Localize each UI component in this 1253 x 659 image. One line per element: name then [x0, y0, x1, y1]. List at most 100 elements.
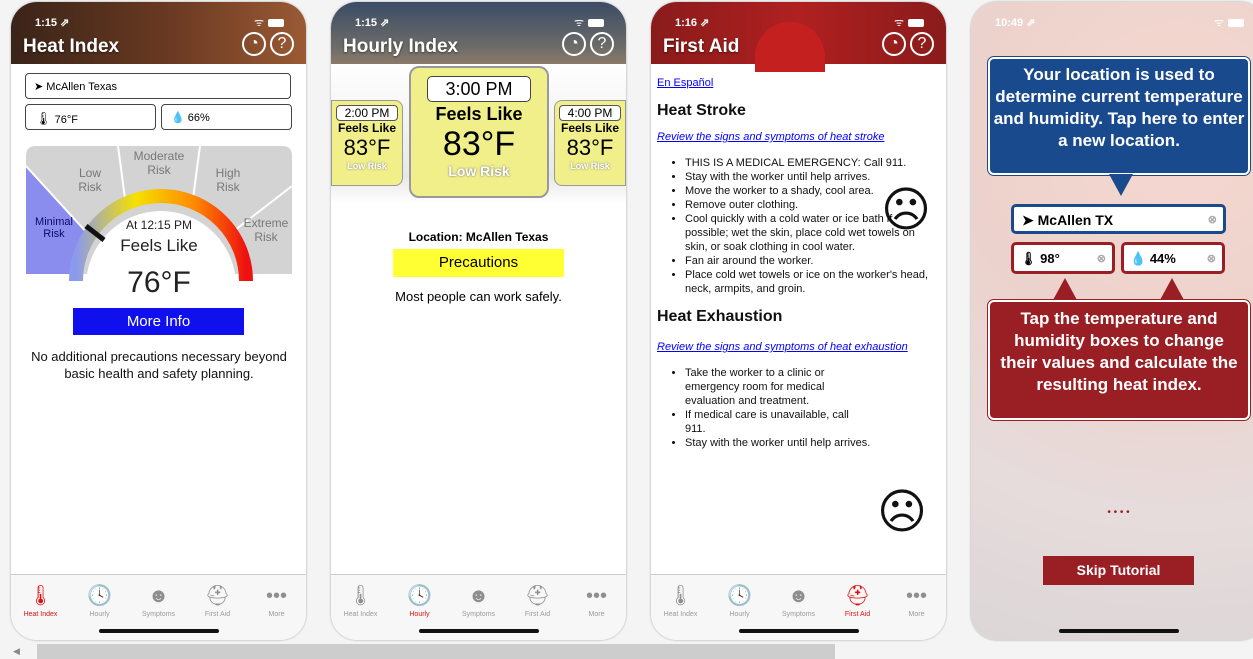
more-dots-icon: ••• [265, 585, 287, 607]
status-icons: ᯤ [254, 15, 284, 30]
help-icon[interactable]: ? [590, 32, 614, 56]
hour-time: 2:00 PM [336, 105, 398, 121]
location-label: Location: McAllen Texas [408, 230, 549, 244]
humidity-field[interactable]: 💧 66% [161, 104, 292, 130]
tab-label: More [588, 611, 605, 618]
tab-label: First Aid [844, 611, 871, 618]
temperature-field[interactable]: 🌡 76°F [25, 104, 156, 130]
header: 1:16 ⇗ ᯤ First Aid ◔? [651, 2, 946, 72]
notification-icon[interactable]: ◔ [242, 32, 266, 56]
thermometer-icon: 🌡 [347, 585, 374, 607]
tab-label: Hourly [409, 611, 430, 618]
precautions-button[interactable]: Precautions [393, 249, 564, 277]
tab-label: Hourly [729, 611, 750, 618]
hour-card-left[interactable]: 2:00 PM Feels Like 83°F Low Risk [331, 100, 403, 186]
status-icons: ᯤ [894, 15, 924, 30]
at-time-label: At 12:15 PM [125, 218, 193, 232]
screen-first-aid: 1:16 ⇗ ᯤ First Aid ◔? En Español Heat St… [651, 2, 946, 640]
risk-label-high: High Risk [215, 166, 241, 194]
tab-label: Heat Index [23, 611, 58, 618]
tab-label: Symptoms [461, 611, 496, 618]
tab-more[interactable]: ••• More [247, 581, 306, 618]
callout-arrow-up-right [1160, 278, 1184, 300]
tab-first-aid[interactable]: ⛑ First Aid [828, 581, 887, 618]
header: 1:15 ⇗ ᯤ Hourly Index ◔? [331, 2, 626, 64]
tab-more[interactable]: ••• More [887, 581, 946, 618]
home-indicator [1058, 629, 1179, 633]
more-info-button[interactable]: More Info [73, 308, 244, 335]
tab-heat-index[interactable]: 🌡 Heat Index [651, 581, 710, 618]
status-time: 1:15 ⇗ [35, 17, 70, 29]
thermometer-icon: 🌡 [35, 111, 52, 126]
clear-icon[interactable]: ⊗ [1097, 252, 1106, 265]
screen-heat-index: 1:15 ⇗ ᯤ Heat Index ◔? ➤ McAllen Texas 🌡… [11, 2, 306, 640]
precaution-message: No additional precautions necessary beyo… [31, 349, 287, 381]
tab-first-aid[interactable]: ⛑ First Aid [188, 581, 247, 618]
tab-symptoms[interactable]: ☻ Symptoms [769, 581, 828, 618]
location-text: McAllen Texas [46, 81, 117, 93]
values-callout-text: Tap the temperature and humidity boxes t… [1000, 309, 1238, 394]
hour-feels: Feels Like [435, 104, 523, 124]
location-field[interactable]: ➤ McAllen TX ⊗ [1011, 204, 1226, 234]
spanish-link[interactable]: En Español [657, 77, 713, 89]
home-indicator [738, 629, 859, 633]
feels-like-value: 76°F [127, 266, 191, 299]
temp-value: 76°F [54, 114, 78, 126]
more-dots-icon: ••• [905, 585, 927, 607]
clear-icon[interactable]: ⊗ [1207, 252, 1216, 265]
heat-stroke-heading: Heat Stroke [657, 102, 746, 119]
heat-stroke-link[interactable]: Review the signs and symptoms of heat st… [657, 130, 941, 144]
hour-time: 3:00 PM [427, 76, 531, 102]
tab-bar: 🌡 Heat Index 🕓 Hourly ☻ Symptoms ⛑ First Aid… [331, 574, 626, 640]
heat-exhaustion-link[interactable]: Review the signs and symptoms of heat ex… [657, 340, 941, 354]
humidity-icon: 💧 [171, 112, 185, 124]
skip-tutorial-button[interactable]: Skip Tutorial [1043, 556, 1194, 585]
hour-card-right[interactable]: 4:00 PM Feels Like 83°F Low Risk [554, 100, 626, 186]
hour-card-center[interactable]: 3:00 PM Feels Like 83°F Low Risk [409, 66, 549, 198]
thermometer-icon: 🌡 [27, 585, 54, 607]
callout-arrow-up-left [1053, 278, 1077, 300]
list-item: Take the worker to a clinic or emergency… [685, 366, 871, 408]
tab-symptoms[interactable]: ☻ Symptoms [129, 581, 188, 618]
help-icon[interactable]: ? [270, 32, 294, 56]
scroll-left-icon[interactable]: ◀ [13, 646, 20, 657]
temperature-field[interactable]: 🌡 98° ⊗ [1011, 242, 1115, 274]
page-title: First Aid [663, 36, 740, 57]
location-field[interactable]: ➤ McAllen Texas [25, 73, 291, 99]
clock-icon: 🕓 [727, 585, 752, 607]
heat-exhaustion-list: Take the worker to a clinic or emergency… [657, 366, 871, 450]
horizontal-scrollbar[interactable] [37, 644, 835, 659]
screen-tutorial: 10:49 ⇗ ᯤ Your location is used to deter… [971, 2, 1253, 640]
location-callout-text: Your location is used to determine curre… [993, 65, 1245, 150]
tab-label: Symptoms [781, 611, 816, 618]
status-time: 1:15 ⇗ [355, 17, 390, 29]
notification-icon[interactable]: ◔ [882, 32, 906, 56]
tab-bar: 🌡 Heat Index 🕓 Hourly ☻ Symptoms ⛑ First Aid… [11, 574, 306, 640]
callout-arrow-down [1109, 174, 1133, 196]
tab-hourly[interactable]: 🕓 Hourly [70, 581, 129, 618]
tab-label: Heat Index [343, 611, 378, 618]
tab-symptoms[interactable]: ☻ Symptoms [449, 581, 508, 618]
first-aid-kit-icon: ⛑ [524, 585, 551, 607]
tab-more[interactable]: ••• More [567, 581, 626, 618]
tab-hourly[interactable]: 🕓 Hourly [710, 581, 769, 618]
feels-like-label: Feels Like [120, 236, 198, 255]
risk-message: Most people can work safely. [395, 289, 562, 304]
clock-icon: 🕓 [407, 585, 432, 607]
clear-icon[interactable]: ⊗ [1208, 213, 1217, 226]
risk-label-moderate: Moderate Risk [133, 149, 185, 177]
humidity-field[interactable]: 💧 44% ⊗ [1121, 242, 1225, 274]
home-indicator [98, 629, 219, 633]
tab-heat-index[interactable]: 🌡 Heat Index [11, 581, 70, 618]
tab-hourly[interactable]: 🕓 Hourly [390, 581, 449, 618]
risk-gauge: Minimal Risk Low Risk Moderate Risk High… [25, 145, 293, 311]
hour-value: 83°F [566, 135, 614, 160]
tab-heat-index[interactable]: 🌡 Heat Index [331, 581, 390, 618]
hour-risk: Low Risk [448, 163, 510, 179]
notification-icon[interactable]: ◔ [562, 32, 586, 56]
tab-first-aid[interactable]: ⛑ First Aid [508, 581, 567, 618]
person-sweat-icon: ☻ [467, 585, 490, 607]
help-icon[interactable]: ? [910, 32, 934, 56]
heat-exhaustion-illustration: ☹ [876, 486, 928, 539]
location-text: McAllen TX [1037, 212, 1114, 228]
